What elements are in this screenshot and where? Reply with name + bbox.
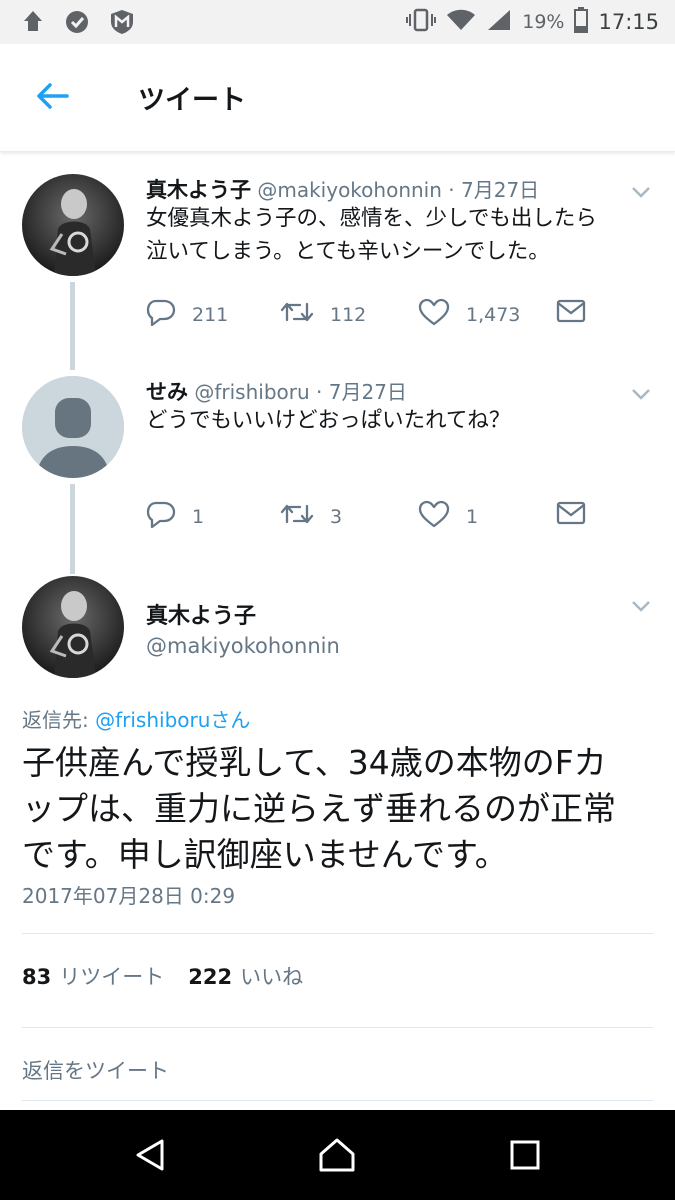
heart-icon bbox=[418, 298, 450, 331]
tweet-header: 真木よう子 @makiyokohonnin · 7月27日 bbox=[146, 174, 539, 204]
main-tweet-timestamp: 2017年07月28日 0:29 bbox=[22, 884, 236, 908]
nav-back-button[interactable] bbox=[128, 1135, 172, 1179]
divider bbox=[22, 933, 653, 934]
thread-tweet[interactable]: 真木よう子 @makiyokohonnin · 7月27日 女優真木よう子の、感… bbox=[0, 172, 675, 372]
divider bbox=[22, 1027, 653, 1028]
reply-to-user-link[interactable]: @frishiboruさん bbox=[95, 708, 250, 732]
tweet-text: どうでもいいけどおっぱいたれてね？ bbox=[146, 404, 646, 437]
tweet-text: 女優真木よう子の、感情を、少しでも出したら 泣いてしまう。とても辛いシーンでした… bbox=[146, 202, 646, 268]
thread-tweet[interactable]: せみ @frishiboru · 7月27日 どうでもいいけどおっぱいたれてね？… bbox=[0, 374, 675, 574]
battery-percent: 19% bbox=[522, 11, 565, 33]
tweet-actions: 1 3 1 bbox=[146, 500, 616, 540]
mail-icon bbox=[556, 500, 586, 531]
system-nav-bar bbox=[0, 1110, 675, 1200]
avatar[interactable] bbox=[22, 376, 124, 478]
retweet-stat-count: 83 bbox=[22, 965, 52, 989]
vibrate-icon bbox=[406, 8, 437, 36]
like-stat[interactable]: 222 いいね bbox=[188, 961, 303, 991]
retweet-button[interactable]: 112 bbox=[280, 298, 366, 331]
retweet-stat-label: リツイート bbox=[59, 965, 165, 989]
signal-icon bbox=[486, 8, 512, 36]
tweet-text-line: 泣いてしまう。とても辛いシーンでした。 bbox=[146, 239, 550, 264]
main-tweet-text-line: です。申し訳御座いませんです。 bbox=[22, 835, 508, 874]
notification-icon bbox=[20, 9, 46, 35]
home-icon bbox=[317, 1136, 357, 1178]
mail-icon bbox=[556, 298, 586, 329]
reply-icon bbox=[146, 298, 176, 331]
page-title: ツイート bbox=[138, 85, 246, 116]
like-count: 1 bbox=[466, 505, 479, 528]
like-button[interactable]: 1,473 bbox=[418, 298, 520, 331]
mcafee-icon bbox=[108, 8, 136, 36]
like-button[interactable]: 1 bbox=[418, 500, 478, 533]
retweet-count: 3 bbox=[330, 505, 343, 528]
chevron-down-icon bbox=[629, 601, 653, 622]
tweet-separator: · bbox=[441, 178, 461, 202]
tweet-author-handle[interactable]: @frishiboru bbox=[194, 380, 309, 404]
main-tweet-author-name[interactable]: 真木よう子 bbox=[146, 598, 256, 630]
tweet-stats: 83 リツイート 222 いいね bbox=[22, 961, 303, 991]
nav-home-button[interactable] bbox=[315, 1135, 359, 1179]
tweet-author-name[interactable]: 真木よう子 bbox=[146, 178, 251, 202]
avatar[interactable] bbox=[22, 174, 124, 276]
reply-to: 返信先: @frishiboruさん bbox=[22, 704, 250, 733]
tweet-header: せみ @frishiboru · 7月27日 bbox=[146, 376, 407, 406]
main-tweet-author-handle[interactable]: @makiyokohonnin bbox=[146, 634, 340, 658]
battery-icon bbox=[574, 7, 589, 37]
main-tweet-text-line: 子供産んで授乳して、34歳の本物のFカ bbox=[22, 743, 607, 782]
dm-button[interactable] bbox=[556, 298, 586, 329]
retweet-icon bbox=[280, 500, 314, 533]
back-button[interactable] bbox=[30, 76, 74, 120]
wifi-icon bbox=[446, 8, 476, 36]
reply-count: 211 bbox=[192, 303, 229, 326]
tweet-text-line: 女優真木よう子の、感情を、少しでも出したら bbox=[146, 206, 597, 231]
dm-button[interactable] bbox=[556, 500, 586, 531]
reply-input[interactable]: 返信をツイート bbox=[22, 1055, 653, 1095]
tweet-menu-button[interactable] bbox=[629, 180, 653, 204]
main-tweet-menu-button[interactable] bbox=[629, 594, 653, 618]
tweet-author-name[interactable]: せみ bbox=[146, 380, 188, 404]
retweet-button[interactable]: 3 bbox=[280, 500, 342, 533]
tweet-menu-button[interactable] bbox=[629, 382, 653, 406]
tweet-author-handle[interactable]: @makiyokohonnin bbox=[257, 178, 442, 202]
back-triangle-icon bbox=[132, 1137, 168, 1177]
divider bbox=[22, 1100, 653, 1101]
tweet-date[interactable]: 7月27日 bbox=[461, 178, 539, 202]
status-bar: 19% 17:15 bbox=[0, 0, 675, 44]
app-bar: ツイート bbox=[0, 44, 675, 152]
reply-icon bbox=[146, 500, 176, 533]
reply-button[interactable]: 1 bbox=[146, 500, 204, 533]
arrow-left-icon bbox=[35, 82, 69, 114]
like-count: 1,473 bbox=[466, 303, 521, 326]
main-tweet-text: 子供産んで授乳して、34歳の本物のFカ ップは、重力に逆らえず垂れるのが正常 で… bbox=[22, 740, 662, 878]
tweet-actions: 211 112 1,473 bbox=[146, 298, 616, 338]
clock: 17:15 bbox=[598, 10, 659, 34]
reply-to-label: 返信先: bbox=[22, 708, 96, 732]
reply-button[interactable]: 211 bbox=[146, 298, 228, 331]
recents-icon bbox=[508, 1138, 542, 1176]
tweet-text-line: どうでもいいけどおっぱいたれてね？ bbox=[146, 408, 511, 433]
tweet-separator: · bbox=[309, 380, 329, 404]
like-stat-count: 222 bbox=[188, 965, 233, 989]
main-tweet-text-line: ップは、重力に逆らえず垂れるのが正常 bbox=[22, 789, 616, 828]
nav-recents-button[interactable] bbox=[503, 1135, 547, 1179]
heart-icon bbox=[418, 500, 450, 533]
main-tweet-avatar[interactable] bbox=[22, 576, 124, 678]
retweet-count: 112 bbox=[330, 303, 367, 326]
like-stat-label: いいね bbox=[240, 965, 304, 989]
tweet-date[interactable]: 7月27日 bbox=[329, 380, 407, 404]
check-circle-icon bbox=[64, 9, 90, 35]
retweet-icon bbox=[280, 298, 314, 331]
retweet-stat[interactable]: 83 リツイート bbox=[22, 961, 164, 991]
reply-count: 1 bbox=[192, 505, 205, 528]
